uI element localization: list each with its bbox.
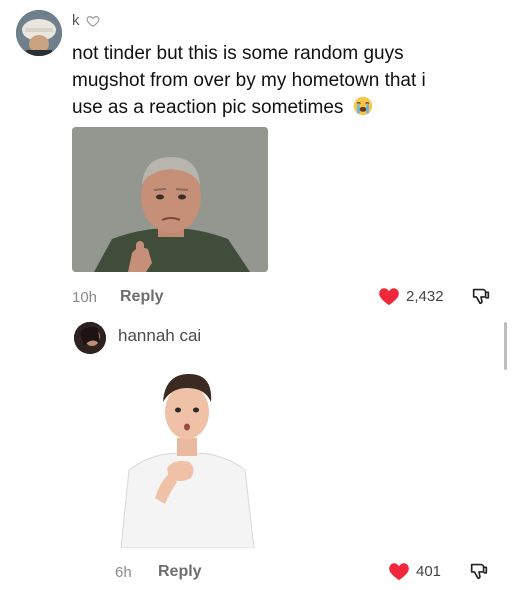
- thumbs-down-icon: [472, 288, 490, 305]
- comment-text: not tinder but this is some random guys …: [72, 40, 492, 121]
- comment-username[interactable]: k: [72, 12, 100, 29]
- reaction-image[interactable]: [115, 358, 260, 548]
- dislike-button[interactable]: [470, 285, 492, 312]
- comment-line: mugshot from over by my hometown that i: [72, 70, 426, 91]
- loudly-crying-face-icon: [353, 96, 372, 116]
- reply-button[interactable]: Reply: [158, 563, 202, 581]
- avatar-image: [16, 10, 62, 56]
- like-button[interactable]: 2,432: [378, 286, 444, 306]
- dislike-button[interactable]: [468, 560, 490, 587]
- creator-liked-heart-icon: [86, 15, 99, 27]
- heart-icon: [379, 288, 399, 306]
- comment-time: 10h: [72, 289, 98, 306]
- avatar-image: [74, 322, 106, 354]
- comment-username[interactable]: hannah cai: [118, 326, 201, 346]
- comment-line: not tinder but this is some random guys: [72, 43, 404, 64]
- like-count: 2,432: [406, 287, 444, 305]
- comment-time: 6h: [115, 564, 132, 581]
- scrollbar[interactable]: [504, 322, 507, 370]
- like-button[interactable]: 401: [388, 561, 441, 581]
- username-label[interactable]: k: [72, 12, 80, 29]
- mugshot-image[interactable]: [72, 127, 268, 272]
- avatar[interactable]: [16, 10, 62, 56]
- mugshot-photo: [72, 127, 268, 272]
- heart-icon: [389, 563, 409, 581]
- thumbs-down-icon: [470, 563, 488, 580]
- comment-line: use as a reaction pic sometimes: [72, 94, 492, 121]
- avatar[interactable]: [74, 322, 106, 354]
- like-count: 401: [416, 562, 442, 580]
- reply-button[interactable]: Reply: [120, 288, 164, 306]
- reaction-photo: [115, 358, 260, 548]
- comment-line-text: use as a reaction pic sometimes: [72, 97, 344, 118]
